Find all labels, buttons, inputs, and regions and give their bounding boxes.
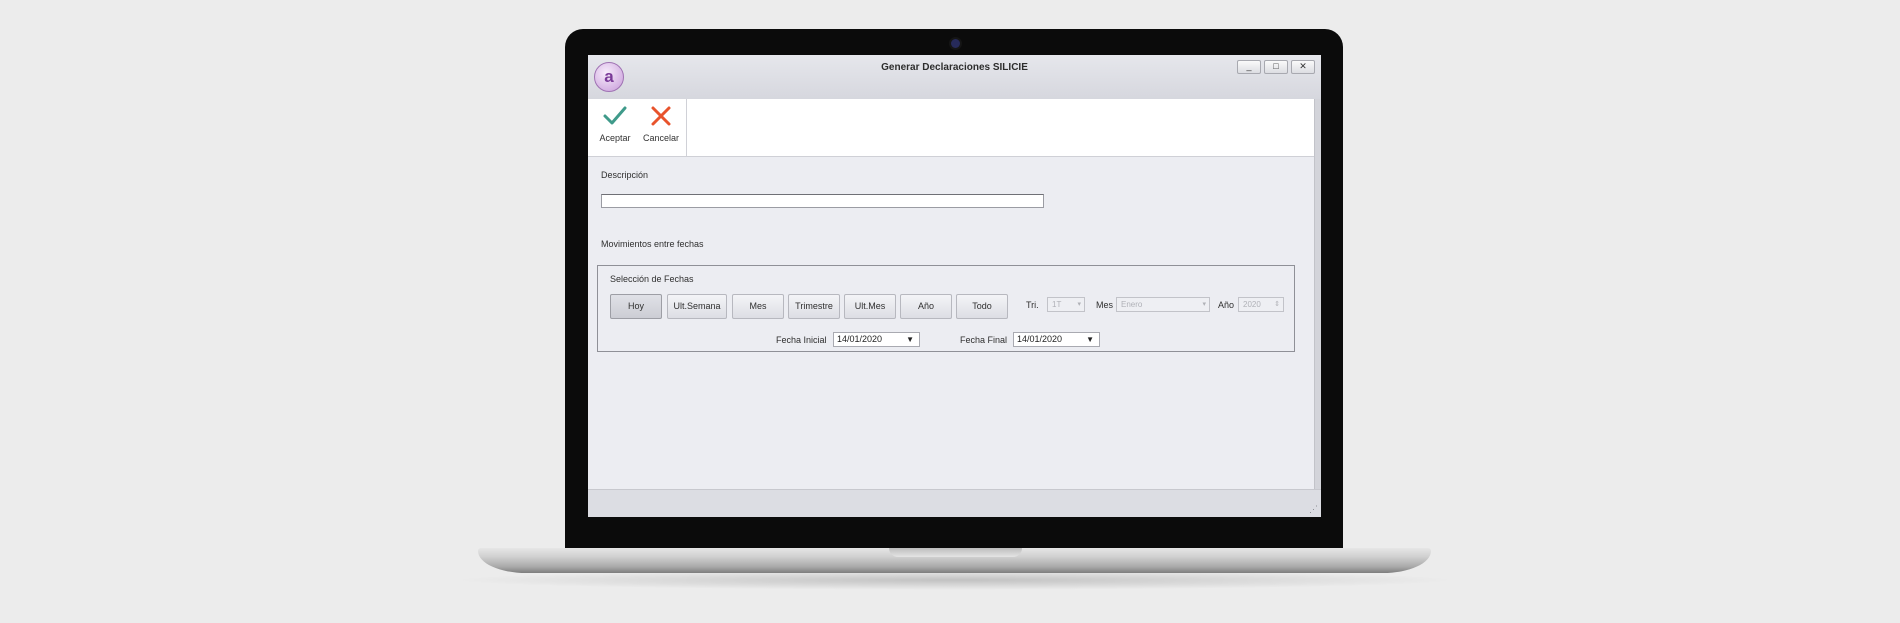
title-bar: a Generar Declaraciones SILICIE _ □ ✕ xyxy=(588,55,1321,99)
fecha-final-value: 14/01/2020 xyxy=(1017,334,1063,344)
fecha-inicial-label: Fecha Inicial xyxy=(776,335,827,345)
hoy-button[interactable]: Hoy xyxy=(610,294,662,319)
dropdown-arrow-icon: ▼ xyxy=(906,335,914,344)
mes-button[interactable]: Mes xyxy=(732,294,784,319)
anio-label: Año xyxy=(1218,300,1235,310)
anio-button[interactable]: Año xyxy=(900,294,952,319)
maximize-button[interactable]: □ xyxy=(1264,60,1288,74)
cancel-label: Cancelar xyxy=(642,133,680,143)
window-title: Generar Declaraciones SILICIE xyxy=(881,62,1028,73)
todo-button[interactable]: Todo xyxy=(956,294,1008,319)
minimize-button[interactable]: _ xyxy=(1237,60,1261,74)
tri-value: 1T xyxy=(1052,300,1062,309)
chevron-down-icon: ▾ xyxy=(1202,301,1206,308)
mes-label: Mes xyxy=(1096,300,1114,310)
toolbar-separator xyxy=(686,99,687,156)
check-icon xyxy=(603,106,627,125)
descripcion-label: Descripción xyxy=(601,170,649,180)
mes-select[interactable]: Enero ▾ xyxy=(1116,297,1210,312)
accept-button[interactable]: Aceptar xyxy=(593,99,637,156)
status-bar: ⋰ xyxy=(588,489,1321,517)
cancel-button[interactable]: Cancelar xyxy=(639,99,683,156)
fecha-inicial-picker[interactable]: 14/01/2020 ▼ xyxy=(833,332,920,347)
anio-value: 2020 xyxy=(1243,300,1261,309)
fecha-final-label: Fecha Final xyxy=(960,335,1008,345)
descripcion-input[interactable] xyxy=(601,194,1044,208)
spinner-arrows-icon: ⇕ xyxy=(1274,301,1280,308)
date-selection-group: Selección de Fechas Hoy Ult.Semana Mes T… xyxy=(597,265,1295,352)
window-controls: _ □ ✕ xyxy=(1237,60,1315,74)
resize-grip-icon[interactable]: ⋰ xyxy=(1309,504,1318,515)
chevron-down-icon: ▾ xyxy=(1077,301,1081,308)
webcam xyxy=(951,39,960,48)
ult-mes-button[interactable]: Ult.Mes xyxy=(844,294,896,319)
seleccion-fechas-label: Selección de Fechas xyxy=(610,274,694,284)
accept-label: Aceptar xyxy=(599,133,631,143)
anio-spinner[interactable]: 2020 ⇕ xyxy=(1238,297,1284,312)
dropdown-arrow-icon: ▼ xyxy=(1086,335,1094,344)
mes-value: Enero xyxy=(1121,300,1143,309)
fecha-inicial-value: 14/01/2020 xyxy=(837,334,883,344)
trimestre-button[interactable]: Trimestre xyxy=(788,294,840,319)
close-icon xyxy=(651,106,671,126)
app-window: a Generar Declaraciones SILICIE _ □ ✕ Ac… xyxy=(588,55,1321,517)
toolbar: Aceptar Cancelar xyxy=(588,99,1315,157)
ult-semana-button[interactable]: Ult.Semana xyxy=(667,294,727,319)
vertical-scrollbar[interactable] xyxy=(1314,99,1321,489)
close-window-button[interactable]: ✕ xyxy=(1291,60,1315,74)
laptop-hinge-notch xyxy=(889,548,1022,557)
fecha-final-picker[interactable]: 14/01/2020 ▼ xyxy=(1013,332,1100,347)
movimientos-label: Movimientos entre fechas xyxy=(601,239,704,249)
form-area: Descripción Movimientos entre fechas Sel… xyxy=(588,157,1315,489)
tri-select[interactable]: 1T ▾ xyxy=(1047,297,1085,312)
tri-label: Tri. xyxy=(1026,300,1039,310)
laptop-shadow xyxy=(450,570,1460,590)
